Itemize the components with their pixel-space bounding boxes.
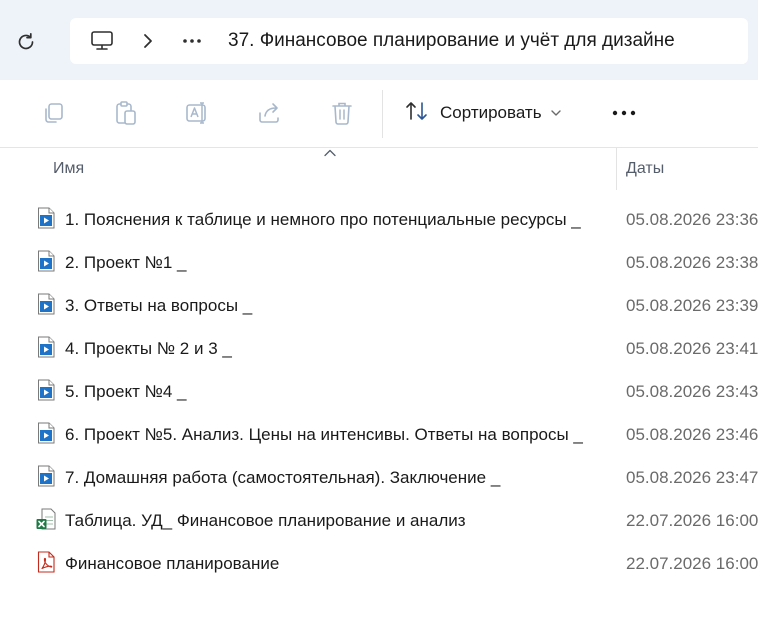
file-list: 1. Пояснения к таблице и немного про пот…: [0, 198, 758, 585]
video-file-icon: [36, 379, 56, 401]
file-date: 05.08.2026 23:41: [626, 339, 758, 358]
sort-ascending-icon: [323, 148, 337, 158]
column-header: Имя Даты: [0, 148, 758, 190]
file-date: 05.08.2026 23:43: [626, 382, 758, 401]
delete-icon[interactable]: [329, 100, 355, 126]
video-file-icon: [36, 336, 56, 358]
paste-icon[interactable]: [113, 100, 139, 126]
file-row[interactable]: 6. Проект №5. Анализ. Цены на интенсивы.…: [0, 413, 758, 456]
copy-icon[interactable]: [41, 100, 67, 126]
video-file-icon: [36, 250, 56, 272]
file-name: Таблица. УД_ Финансовое планирование и а…: [65, 511, 466, 530]
file-name: 2. Проект №1 _: [65, 253, 187, 272]
chevron-down-icon: [550, 109, 562, 117]
file-date: 22.07.2026 16:00: [626, 554, 758, 573]
file-date: 05.08.2026 23:46: [626, 425, 758, 444]
breadcrumb-current-folder[interactable]: 37. Финансовое планирование и учёт для д…: [228, 18, 675, 64]
column-header-name[interactable]: Имя: [53, 160, 84, 178]
file-name: 1. Пояснения к таблице и немного про пот…: [65, 210, 581, 229]
address-area: 37. Финансовое планирование и учёт для д…: [0, 0, 758, 80]
address-bar[interactable]: 37. Финансовое планирование и учёт для д…: [70, 18, 748, 64]
file-row[interactable]: 4. Проекты № 2 и 3 _ 05.08.2026 23:41: [0, 327, 758, 370]
column-header-date[interactable]: Даты: [626, 160, 664, 178]
more-options-icon[interactable]: [608, 100, 640, 126]
pdf-file-icon: [36, 551, 56, 573]
command-toolbar: Сортировать: [0, 80, 758, 148]
more-horizontal-icon[interactable]: [178, 27, 206, 55]
file-name: 3. Ответы на вопросы _: [65, 296, 253, 315]
video-file-icon: [36, 293, 56, 315]
computer-icon[interactable]: [88, 27, 116, 55]
file-row[interactable]: 5. Проект №4 _ 05.08.2026 23:43: [0, 370, 758, 413]
sort-button[interactable]: Сортировать: [404, 96, 562, 130]
file-name: 5. Проект №4 _: [65, 382, 187, 401]
file-name: Финансовое планирование: [65, 554, 280, 573]
file-name: 4. Проекты № 2 и 3 _: [65, 339, 232, 358]
file-row[interactable]: 7. Домашняя работа (самостоятельная). За…: [0, 456, 758, 499]
video-file-icon: [36, 465, 56, 487]
file-row[interactable]: 3. Ответы на вопросы _ 05.08.2026 23:39: [0, 284, 758, 327]
toolbar-separator: [382, 90, 383, 138]
file-row[interactable]: 2. Проект №1 _ 05.08.2026 23:38: [0, 241, 758, 284]
file-row[interactable]: 1. Пояснения к таблице и немного про пот…: [0, 198, 758, 241]
video-file-icon: [36, 422, 56, 444]
file-date: 05.08.2026 23:36: [626, 210, 758, 229]
file-row[interactable]: Таблица. УД_ Финансовое планирование и а…: [0, 499, 758, 542]
file-row[interactable]: Финансовое планирование 22.07.2026 16:00: [0, 542, 758, 585]
refresh-icon[interactable]: [12, 28, 40, 56]
column-divider[interactable]: [616, 148, 617, 190]
file-name: 7. Домашняя работа (самостоятельная). За…: [65, 468, 501, 487]
file-date: 05.08.2026 23:38: [626, 253, 758, 272]
file-date: 05.08.2026 23:39: [626, 296, 758, 315]
file-date: 05.08.2026 23:47: [626, 468, 758, 487]
share-icon[interactable]: [257, 100, 283, 126]
video-file-icon: [36, 207, 56, 229]
file-date: 22.07.2026 16:00: [626, 511, 758, 530]
excel-file-icon: [36, 508, 56, 530]
sort-icon: [404, 99, 430, 128]
chevron-right-icon[interactable]: [138, 31, 158, 51]
sort-label: Сортировать: [440, 103, 542, 122]
file-name: 6. Проект №5. Анализ. Цены на интенсивы.…: [65, 425, 583, 444]
rename-icon[interactable]: [185, 100, 211, 126]
